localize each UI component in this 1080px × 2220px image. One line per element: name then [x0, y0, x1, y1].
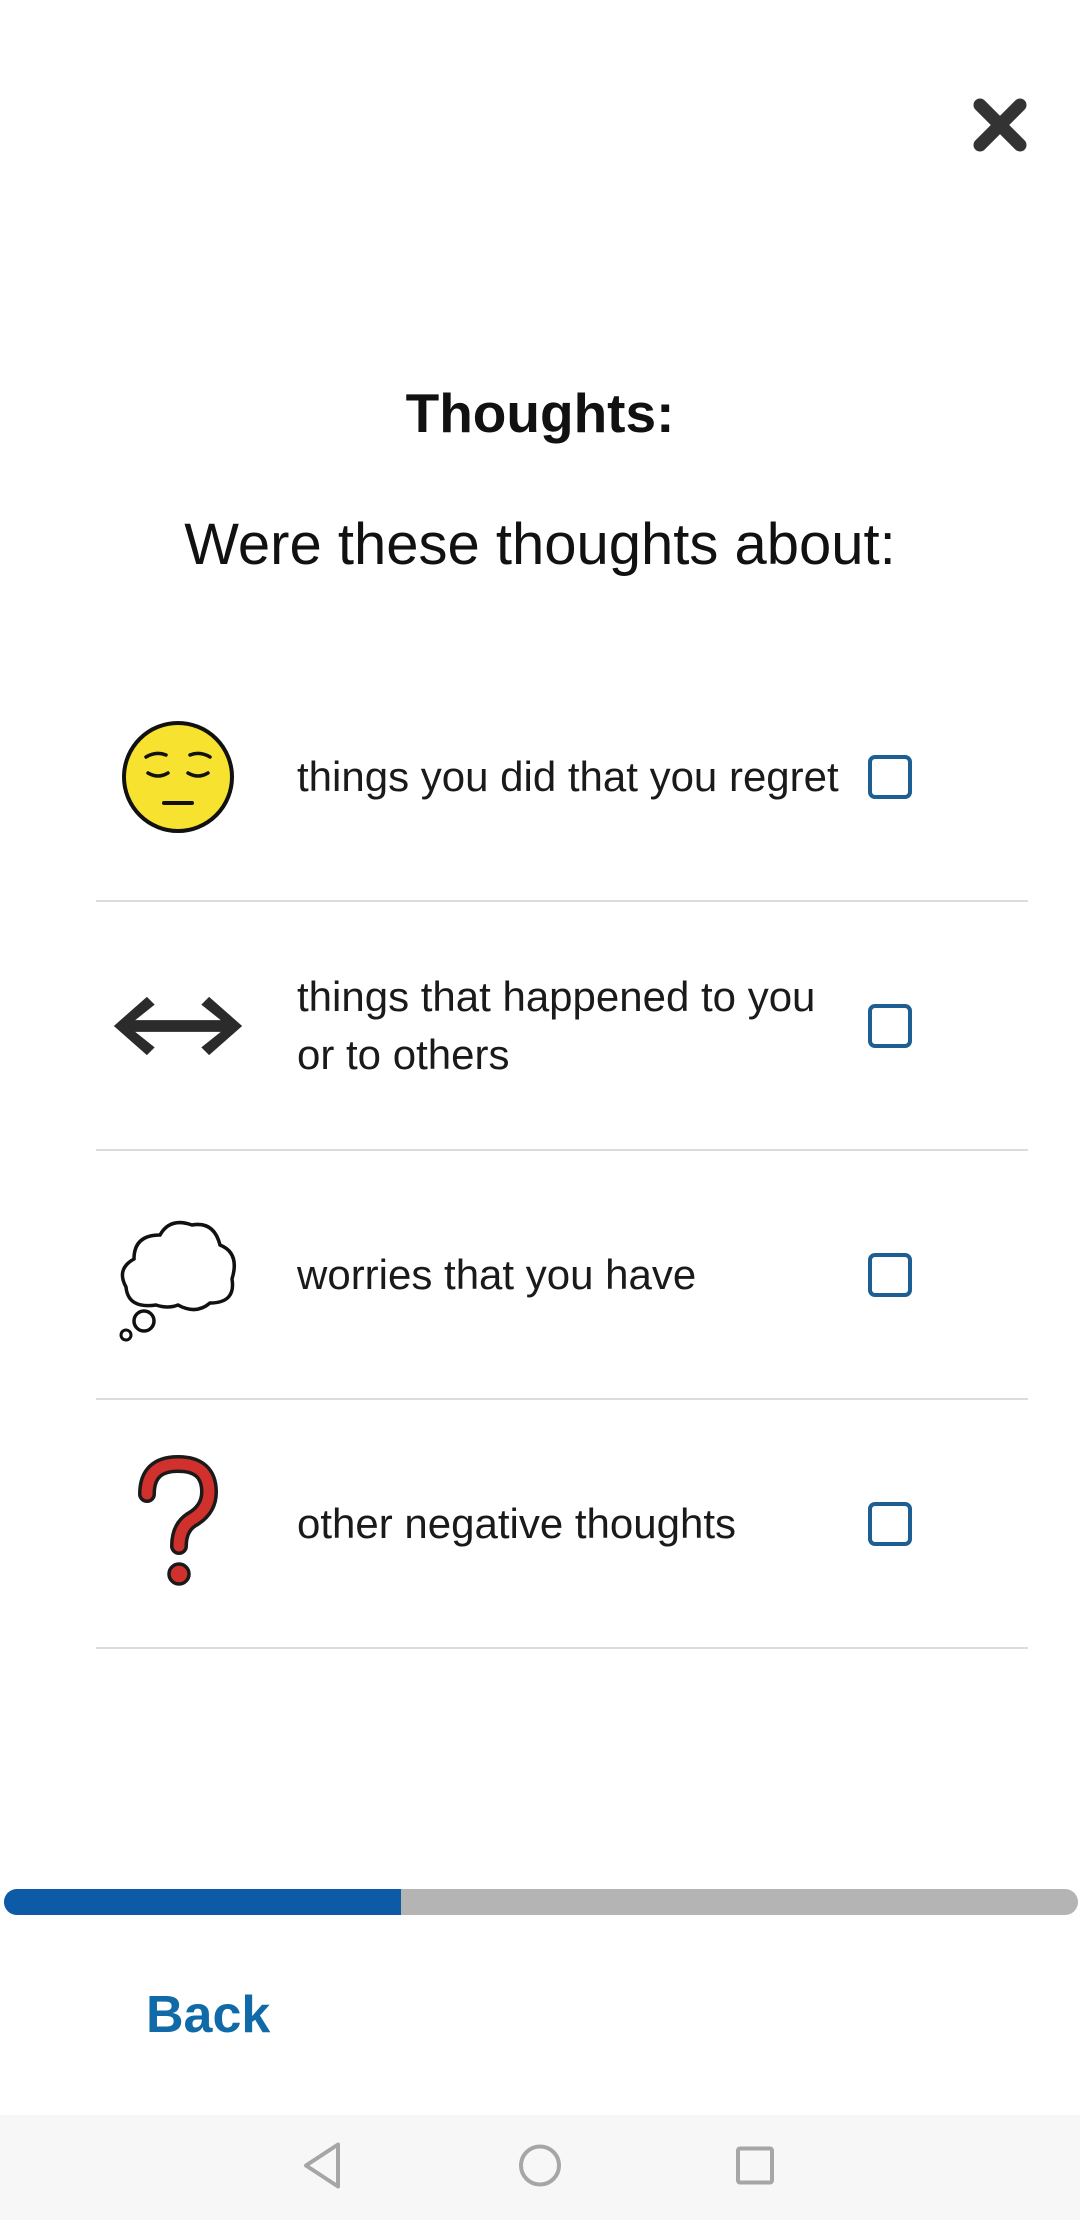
back-button[interactable]: Back — [146, 1985, 270, 2045]
checkbox-regret[interactable] — [868, 754, 912, 799]
option-label: things that happened to you or to others — [297, 972, 816, 1078]
option-regret[interactable]: things you did that you regret — [96, 653, 1028, 902]
home-circle-icon[interactable] — [517, 2142, 563, 2193]
progress-fill — [4, 1889, 402, 1915]
checkbox-worries[interactable] — [868, 1252, 912, 1297]
pensive-face-icon — [108, 707, 248, 847]
option-worries[interactable]: worries that you have — [96, 1151, 1028, 1400]
question-mark-icon — [108, 1454, 248, 1594]
option-other[interactable]: other negative thoughts — [96, 1400, 1028, 1649]
options-list: things you did that you regret things th… — [96, 653, 1028, 1649]
close-icon — [973, 98, 1027, 152]
left-right-arrow-icon — [108, 956, 248, 1096]
option-label: other negative thoughts — [297, 1499, 736, 1547]
option-label: worries that you have — [297, 1250, 697, 1298]
option-label: things you did that you regret — [297, 752, 839, 800]
close-button[interactable] — [965, 90, 1035, 160]
progress-bar — [4, 1889, 1078, 1915]
recents-square-icon[interactable] — [734, 2144, 776, 2191]
thought-balloon-icon — [108, 1205, 248, 1345]
checkbox-other[interactable] — [868, 1501, 912, 1546]
page-title: Thoughts: — [405, 382, 675, 444]
question-text: Were these thoughts about: — [184, 512, 896, 577]
option-happened[interactable]: things that happened to you or to others — [96, 902, 1028, 1151]
checkbox-happened[interactable] — [868, 1003, 912, 1048]
back-triangle-icon[interactable] — [300, 2140, 344, 2195]
system-nav-bar — [0, 2115, 1080, 2220]
